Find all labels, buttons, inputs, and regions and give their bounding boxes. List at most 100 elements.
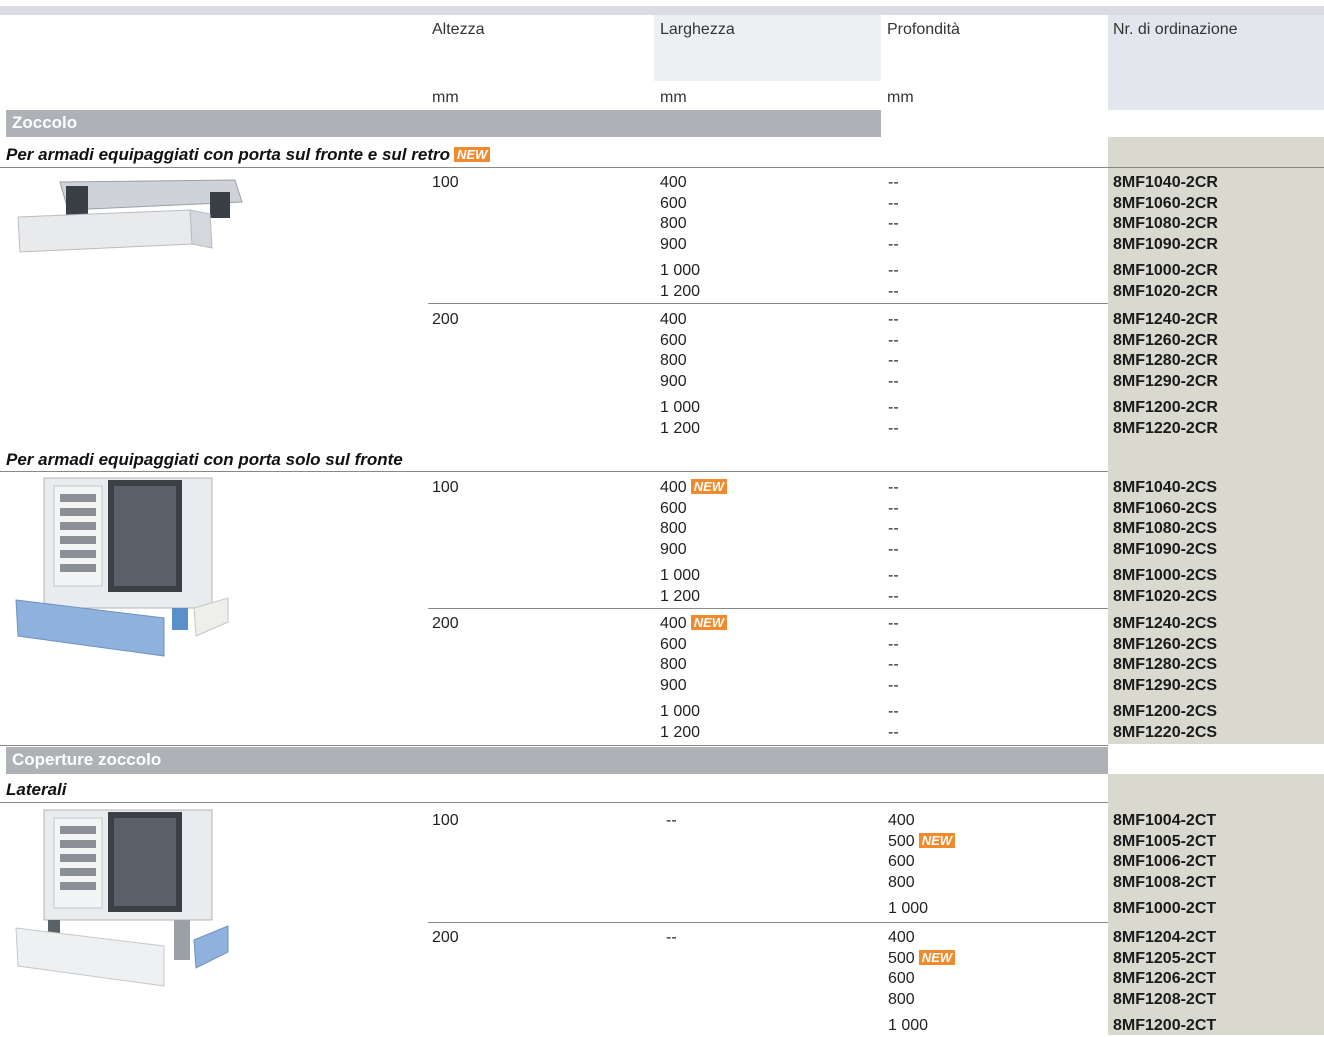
- order-number: 8MF1004-2CT: [1113, 812, 1217, 829]
- width-value: 600: [660, 499, 687, 517]
- cabinet-plinth-front-image: [14, 476, 234, 661]
- depth-value: --: [888, 235, 899, 253]
- order-number: 8MF1280-2CS: [1113, 656, 1218, 673]
- group-1-orders: 8MF1040-2CR 8MF1060-2CR 8MF1080-2CR 8MF1…: [1113, 173, 1218, 302]
- col-header-height: Altezza: [432, 21, 485, 38]
- depth-value: --: [888, 479, 899, 496]
- group-1-rows: 400 600 800 900 1 000 1 200: [660, 173, 700, 302]
- group-2-height: 200: [432, 311, 459, 328]
- order-number: 8MF1200-2CR: [1113, 399, 1218, 416]
- order-number: 8MF1000-2CS: [1113, 567, 1218, 584]
- depth-value: --: [888, 311, 899, 328]
- order-number: 8MF1006-2CT: [1113, 853, 1217, 870]
- order-number: 8MF1220-2CR: [1113, 419, 1218, 437]
- depth-value: 1 000: [888, 900, 929, 917]
- section-rule: [0, 745, 1108, 746]
- width-value: 600: [660, 194, 687, 212]
- width-value: 900: [660, 372, 687, 390]
- depth-value: --: [888, 676, 899, 694]
- order-number: 8MF1200-2CT: [1113, 1017, 1217, 1034]
- group-2-rows: 400 600 800 900 1 000 1 200: [660, 310, 700, 439]
- group-6-depths: 400 500 NEW 600 800 1 000: [888, 928, 956, 1037]
- depth-value: 1 000: [888, 1017, 929, 1034]
- group-2-depths: -- -- -- -- -- --: [888, 310, 899, 439]
- depth-value: --: [888, 703, 899, 720]
- group-rule: [428, 303, 1108, 304]
- depth-value: 400: [888, 812, 915, 829]
- depth-value: 600: [888, 853, 915, 870]
- subheading-lateral: Laterali: [6, 780, 67, 799]
- group-4-rows: 400 NEW 600 800 900 1 000 1 200: [660, 614, 728, 743]
- depth-value: 400: [888, 929, 915, 946]
- depth-value: --: [888, 540, 899, 558]
- depth-value: --: [888, 499, 899, 517]
- order-number: 8MF1080-2CR: [1113, 215, 1218, 232]
- group-6-orders: 8MF1204-2CT 8MF1205-2CT 8MF1206-2CT 8MF1…: [1113, 928, 1216, 1037]
- width-value: 900: [660, 676, 687, 694]
- order-number: 8MF1220-2CS: [1113, 723, 1218, 741]
- depth-value: 800: [888, 873, 915, 891]
- header-top-rule: [0, 6, 1324, 15]
- subheading-rule: [0, 471, 1108, 472]
- subheading-front-rear: Per armadi equipaggiati con porta sul fr…: [6, 145, 491, 165]
- depth-value: --: [888, 567, 899, 584]
- depth-value: --: [888, 635, 899, 653]
- group-3-rows: 400 NEW 600 800 900 1 000 1 200: [660, 478, 728, 607]
- order-number: 8MF1040-2CS: [1113, 479, 1218, 496]
- order-number: 8MF1040-2CR: [1113, 174, 1218, 191]
- unit-width: mm: [660, 89, 687, 106]
- new-badge: NEW: [690, 615, 728, 630]
- order-number: 8MF1005-2CT: [1113, 832, 1217, 850]
- depth-value: --: [888, 520, 899, 537]
- group-1-height: 100: [432, 174, 459, 191]
- col-header-depth: Profondità: [887, 21, 960, 38]
- order-number: 8MF1260-2CR: [1113, 331, 1218, 349]
- order-number: 8MF1060-2CS: [1113, 499, 1218, 517]
- width-value: 400: [660, 174, 687, 191]
- width-value: 800: [660, 520, 687, 537]
- depth-value: --: [888, 587, 899, 605]
- depth-value: 500 NEW: [888, 949, 956, 970]
- order-number: 8MF1008-2CT: [1113, 873, 1217, 891]
- order-number: 8MF1290-2CR: [1113, 372, 1218, 390]
- depth-value: --: [888, 372, 899, 390]
- order-number: 8MF1090-2CR: [1113, 235, 1218, 253]
- width-value: 1 200: [660, 587, 701, 605]
- order-number: 8MF1260-2CS: [1113, 635, 1218, 653]
- order-number: 8MF1208-2CT: [1113, 990, 1217, 1008]
- new-badge: NEW: [918, 832, 956, 848]
- width-value: 1 200: [660, 723, 701, 741]
- group-1-depths: -- -- -- -- -- --: [888, 173, 899, 302]
- width-value: 1 200: [660, 419, 701, 437]
- order-number: 8MF1205-2CT: [1113, 949, 1217, 967]
- group-4-height: 200: [432, 615, 459, 632]
- depth-value: --: [888, 215, 899, 232]
- order-number: 8MF1200-2CS: [1113, 703, 1218, 720]
- group-rule: [428, 922, 1108, 923]
- subheading-rule: [0, 167, 1324, 168]
- order-number: 8MF1240-2CR: [1113, 311, 1218, 328]
- order-number: 8MF1290-2CS: [1113, 676, 1218, 694]
- depth-value: --: [888, 399, 899, 416]
- width-value: 1 200: [660, 282, 701, 300]
- order-number: 8MF1020-2CS: [1113, 587, 1218, 605]
- depth-value: --: [888, 282, 899, 300]
- depth-value: --: [888, 194, 899, 212]
- group-4-depths: -- -- -- -- -- --: [888, 614, 899, 743]
- width-value: 800: [660, 352, 687, 369]
- width-value: 400 NEW: [660, 614, 728, 635]
- subheading-front-only: Per armadi equipaggiati con porta solo s…: [6, 450, 403, 469]
- order-number: 8MF1280-2CR: [1113, 352, 1218, 369]
- depth-value: --: [888, 419, 899, 437]
- width-value: 1 000: [660, 262, 701, 279]
- width-value: 900: [660, 235, 687, 253]
- width-value: 1 000: [660, 567, 701, 584]
- width-value: 800: [660, 215, 687, 232]
- new-badge: NEW: [453, 147, 491, 162]
- depth-value: 500 NEW: [888, 832, 956, 853]
- group-5-width: --: [666, 812, 677, 829]
- width-value: 400 NEW: [660, 478, 728, 499]
- depth-value: --: [888, 262, 899, 279]
- unit-height: mm: [432, 89, 459, 106]
- width-value: 800: [660, 656, 687, 673]
